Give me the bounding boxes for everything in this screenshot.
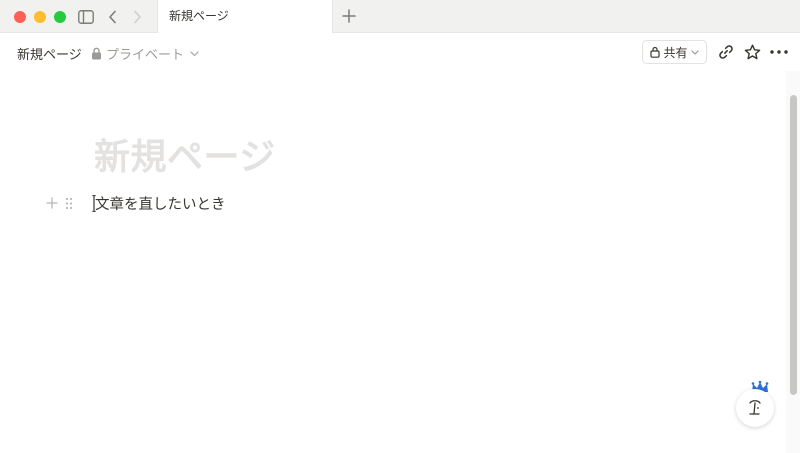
chevron-right-icon[interactable] — [128, 8, 146, 26]
tab-title: 新規ページ — [169, 9, 229, 23]
lock-icon — [650, 46, 661, 58]
chevron-left-icon[interactable] — [104, 8, 122, 26]
zoom-window-button[interactable] — [54, 11, 66, 23]
lock-icon — [91, 47, 102, 60]
privacy-label: プライベート — [106, 48, 185, 63]
help-assistant-icon[interactable] — [736, 389, 774, 427]
scrollbar-thumb[interactable] — [790, 95, 797, 395]
minimize-window-button[interactable] — [34, 11, 46, 23]
text-block[interactable]: 文章を直したいとき — [95, 193, 226, 214]
chevron-down-icon — [190, 50, 199, 57]
sidebar-icon[interactable] — [77, 8, 95, 26]
chevron-down-icon — [690, 49, 699, 55]
star-icon[interactable] — [742, 42, 762, 62]
privacy-selector[interactable]: プライベート — [91, 44, 199, 63]
drag-handle-icon[interactable] — [63, 194, 75, 212]
close-window-button[interactable] — [14, 11, 26, 23]
more-horizontal-icon[interactable] — [769, 42, 789, 62]
text-cursor-icon — [92, 195, 96, 212]
share-button[interactable]: 共有 — [642, 40, 707, 64]
add-block-icon[interactable] — [44, 194, 60, 212]
page-topbar: 新規ページ プライベート 共有 — [0, 33, 800, 71]
window-titlebar: 新規ページ — [0, 0, 800, 33]
browser-tab[interactable]: 新規ページ — [157, 0, 333, 33]
link-icon[interactable] — [716, 42, 736, 62]
page-title-placeholder[interactable]: 新規ページ — [94, 128, 276, 180]
plus-icon[interactable] — [340, 7, 358, 25]
breadcrumb-page-title[interactable]: 新規ページ — [17, 44, 82, 63]
share-label: 共有 — [663, 45, 688, 60]
